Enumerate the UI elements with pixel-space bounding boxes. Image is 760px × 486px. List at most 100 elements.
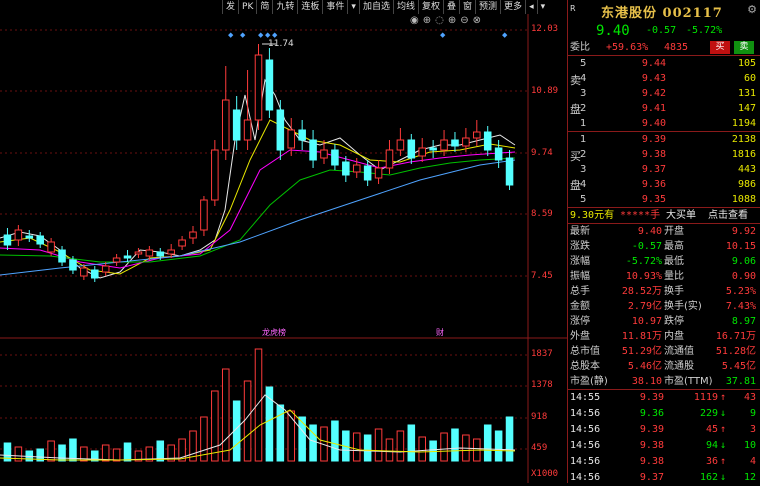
candle[interactable] <box>418 147 426 157</box>
toolbar-item[interactable]: 发 <box>222 0 238 14</box>
volume-bar[interactable] <box>418 436 426 462</box>
toolbar-item[interactable]: 连板 <box>297 0 322 14</box>
volume-bar[interactable] <box>374 428 383 462</box>
zoom-icon[interactable]: ⊕ <box>423 15 431 26</box>
candle[interactable] <box>221 99 230 151</box>
candle[interactable] <box>363 165 372 181</box>
toolbar-item[interactable]: 均线 <box>392 0 418 14</box>
candle[interactable] <box>80 267 88 277</box>
candle[interactable] <box>47 241 55 253</box>
candle[interactable] <box>156 251 165 257</box>
toolbar-item[interactable]: 预测 <box>475 0 500 14</box>
volume-bar[interactable] <box>451 428 459 462</box>
volume-bar[interactable] <box>156 440 165 462</box>
volume-bar[interactable] <box>112 448 121 462</box>
event-tag-finance[interactable]: 财 <box>436 327 444 338</box>
volume-bar[interactable] <box>287 410 296 462</box>
volume-bar[interactable] <box>101 444 110 462</box>
candle[interactable] <box>407 139 416 159</box>
toolbar-item[interactable]: 简 <box>256 0 272 14</box>
toolbar-item[interactable]: 复权 <box>417 0 443 14</box>
volume-bar[interactable] <box>363 434 372 462</box>
big-order-link[interactable]: 点击查看 <box>708 208 748 223</box>
toolbar-item[interactable]: ▾ <box>536 0 549 14</box>
candle[interactable] <box>494 147 503 161</box>
candle[interactable] <box>505 157 514 186</box>
toolbar-item[interactable]: 加自选 <box>358 0 393 14</box>
toolbar-item[interactable]: 叠 <box>443 0 459 14</box>
candle[interactable] <box>211 149 219 201</box>
volume-bar[interactable] <box>440 432 448 462</box>
buy-button[interactable]: 买 <box>710 41 730 54</box>
volume-bar[interactable] <box>221 368 230 462</box>
volume-bar[interactable] <box>243 380 252 462</box>
candle[interactable] <box>167 249 175 255</box>
candle[interactable] <box>483 131 492 151</box>
toolbar-item[interactable]: 更多 <box>500 0 525 14</box>
sell-button[interactable]: 卖 <box>734 41 754 54</box>
candle[interactable] <box>112 257 121 263</box>
volume-bar[interactable] <box>385 438 394 462</box>
toolbar-item[interactable]: 窗 <box>459 0 475 14</box>
toolbar-item[interactable]: PK <box>238 0 256 14</box>
candle[interactable] <box>298 129 306 141</box>
toolbar-item[interactable]: 事件 <box>322 0 347 14</box>
candle[interactable] <box>451 139 459 147</box>
candle[interactable] <box>243 119 252 141</box>
candle[interactable] <box>331 149 339 166</box>
pan-icon[interactable]: ◌ <box>435 15 444 26</box>
candle[interactable] <box>385 149 394 169</box>
candle[interactable] <box>145 249 154 257</box>
candle[interactable] <box>462 137 470 147</box>
volume-bar[interactable] <box>407 424 416 462</box>
event-tag-lhb[interactable]: 龙虎榜 <box>262 327 286 338</box>
candle[interactable] <box>440 139 448 151</box>
candle[interactable] <box>429 147 437 151</box>
candlestick-chart[interactable]: 11.74 <box>0 0 567 483</box>
eye-icon[interactable]: ◉ <box>410 15 419 26</box>
volume-bar[interactable] <box>396 430 405 462</box>
candle[interactable] <box>178 239 186 247</box>
candle[interactable] <box>36 235 44 245</box>
candle[interactable] <box>396 139 405 151</box>
candle[interactable] <box>200 199 208 231</box>
candle[interactable] <box>374 167 383 179</box>
candle[interactable] <box>352 164 361 173</box>
kline-chart-area[interactable]: 11.74 发 PK 简九转 连板 事件 ▾ 加自选 均线 复权叠窗预测 更多 ◂ ▾ ◉ ⊕ ◌ ⊕… <box>0 0 567 483</box>
toolbar-item[interactable]: ◂ <box>525 0 537 14</box>
close-icon[interactable]: ⊗ <box>473 15 481 26</box>
toolbar-item[interactable]: ▾ <box>347 0 359 14</box>
candle[interactable] <box>320 149 328 159</box>
candle[interactable] <box>276 109 285 151</box>
volume-bar[interactable] <box>494 430 503 462</box>
volume-bar[interactable] <box>352 432 361 462</box>
candle[interactable] <box>14 229 23 241</box>
candle[interactable] <box>232 109 241 141</box>
volume-bar[interactable] <box>123 442 132 462</box>
candle[interactable] <box>265 59 274 111</box>
settings-icon[interactable]: ⚙ <box>747 3 757 16</box>
volume-bar[interactable] <box>254 348 263 462</box>
candle[interactable] <box>473 131 481 139</box>
candle[interactable] <box>25 235 34 239</box>
volume-bar[interactable] <box>211 390 219 462</box>
candle[interactable] <box>342 161 350 176</box>
candle[interactable] <box>101 265 110 273</box>
volume-bar[interactable] <box>298 416 306 462</box>
zoom-in-icon[interactable]: ⊕ <box>448 15 456 26</box>
toolbar-item[interactable]: 九转 <box>272 0 297 14</box>
candle[interactable] <box>91 269 99 279</box>
zoom-out-icon[interactable]: ⊖ <box>460 15 468 26</box>
candle[interactable] <box>189 231 197 239</box>
candle[interactable] <box>134 251 143 255</box>
volume-bar[interactable] <box>331 420 339 462</box>
candle[interactable] <box>123 255 132 259</box>
candle[interactable] <box>287 129 296 149</box>
candle[interactable] <box>254 54 263 121</box>
candle[interactable] <box>3 234 12 246</box>
volume-bar[interactable] <box>69 438 77 462</box>
volume-bar[interactable] <box>483 424 492 462</box>
candle[interactable] <box>58 249 66 263</box>
candle[interactable] <box>69 259 77 271</box>
candle[interactable] <box>309 139 317 161</box>
